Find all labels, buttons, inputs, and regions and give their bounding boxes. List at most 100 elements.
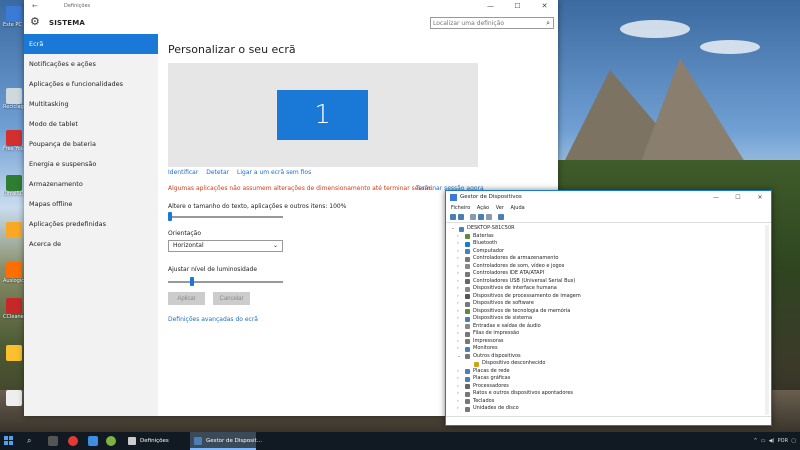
tree-child-node[interactable]: Dispositivo desconhecido [448, 360, 766, 368]
advanced-display-link[interactable]: Definições avançadas do ecrã [168, 316, 258, 323]
desktop-icon[interactable]: Free YouTube Downl... [3, 130, 57, 152]
chevron-right-icon[interactable]: › [457, 375, 462, 383]
chevron-right-icon[interactable]: › [457, 278, 462, 286]
chevron-right-icon[interactable]: › [457, 240, 462, 248]
tree-node[interactable]: › Dispositivos de tecnologia de memória [448, 308, 766, 316]
tree-node[interactable]: › Dispositivos de interface humana [448, 285, 766, 293]
tree-node[interactable]: › Dispositivos de software [448, 300, 766, 308]
search-icon[interactable]: ⌕ [546, 18, 550, 28]
scan-icon[interactable] [486, 214, 492, 220]
tree-node[interactable]: › Dispositivos de processamento de imagem [448, 293, 766, 301]
search-box[interactable]: ⌕ [430, 17, 554, 29]
tree-node[interactable]: › Placas de rede [448, 368, 766, 376]
language-indicator[interactable]: POR [778, 438, 788, 444]
sidebar-item-predefinidas[interactable]: Aplicações predefinidas [24, 214, 158, 234]
apply-button[interactable]: Aplicar [168, 292, 205, 305]
desktop-icon[interactable] [3, 390, 25, 406]
sidebar-item-bateria[interactable]: Poupança de bateria [24, 134, 158, 154]
monitor-icon[interactable] [498, 214, 504, 220]
sidebar-item-aplicacoes[interactable]: Aplicações e funcionalidades [24, 74, 158, 94]
network-icon[interactable]: ▭ [761, 438, 766, 444]
tree-node[interactable]: › Ratos e outros dispositivos apontadores [448, 390, 766, 398]
chevron-right-icon[interactable]: › [457, 345, 462, 353]
chevron-right-icon[interactable]: › [457, 233, 462, 241]
scrollbar[interactable] [765, 225, 769, 415]
taskbar-gestor-dispositivos[interactable]: Gestor de Disposit... [190, 432, 262, 450]
task-view-icon[interactable] [48, 436, 58, 446]
chevron-right-icon[interactable]: › [457, 255, 462, 263]
sidebar-item-multitasking[interactable]: Multitasking [24, 94, 158, 114]
desktop-icon[interactable] [3, 222, 25, 238]
maximize-icon[interactable]: ☐ [504, 0, 531, 12]
chevron-down-icon[interactable]: ⌄ [457, 353, 462, 361]
wireless-display-link[interactable]: Ligar a um ecrã sem fios [237, 169, 311, 176]
chevron-right-icon[interactable]: › [457, 383, 462, 391]
chevron-right-icon[interactable]: › [457, 270, 462, 278]
tree-node[interactable]: › Monitores [448, 345, 766, 353]
chevron-right-icon[interactable]: › [457, 390, 462, 398]
chevron-right-icon[interactable]: › [457, 323, 462, 331]
windows-start-icon[interactable] [4, 436, 14, 446]
desktop-icon[interactable]: Reciclagem [3, 88, 32, 110]
desktop-icon[interactable]: UltraISO [3, 175, 25, 197]
brightness-slider-track[interactable] [168, 281, 283, 283]
close-icon[interactable]: ✕ [749, 191, 771, 204]
chevron-right-icon[interactable]: › [457, 368, 462, 376]
properties-icon[interactable] [470, 214, 476, 220]
sidebar-item-armazenamento[interactable]: Armazenamento [24, 174, 158, 194]
tree-node[interactable]: › Bluetooth [448, 240, 766, 248]
orientation-select[interactable]: Horizontal ⌄ [168, 240, 283, 252]
sidebar-item-energia[interactable]: Energia e suspensão [24, 154, 158, 174]
sidebar-item-ecra[interactable]: Ecrã [24, 34, 158, 54]
maximize-icon[interactable]: ☐ [727, 191, 749, 204]
chevron-right-icon[interactable]: › [457, 308, 462, 316]
monitor-tile[interactable]: 1 [277, 90, 368, 140]
tree-node[interactable]: › Entradas e saídas de áudio [448, 323, 766, 331]
scale-slider-track[interactable] [168, 216, 283, 218]
sidebar-item-mapas[interactable]: Mapas offline [24, 194, 158, 214]
tree-node[interactable]: › Filas de impressão [448, 330, 766, 338]
notifications-icon[interactable]: ▢ [791, 438, 796, 444]
chevron-right-icon[interactable]: › [457, 315, 462, 323]
tree-node[interactable]: ⌄ Outros dispositivos [448, 353, 766, 361]
tree-node[interactable]: › Controladores USB (Universal Serial Bus… [448, 278, 766, 286]
back-icon[interactable] [450, 214, 456, 220]
app-icon[interactable] [106, 436, 116, 446]
chevron-right-icon[interactable]: › [457, 398, 462, 406]
chevron-right-icon[interactable]: › [457, 300, 462, 308]
desktop-icon[interactable]: Este PC [3, 6, 25, 28]
tree-node[interactable]: › Computador [448, 248, 766, 256]
identify-link[interactable]: Identificar [168, 169, 198, 176]
volume-icon[interactable]: ◀) [769, 438, 775, 444]
sidebar-item-acerca[interactable]: Acerca de [24, 234, 158, 254]
tree-node[interactable]: › Controladores de som, vídeo e jogos [448, 263, 766, 271]
chevron-right-icon[interactable]: › [457, 338, 462, 346]
chevron-right-icon[interactable]: › [457, 405, 462, 413]
tree-node[interactable]: › Controladores de armazenamento [448, 255, 766, 263]
system-tray[interactable]: ^ ▭ ◀) POR ▢ [753, 432, 796, 450]
search-icon[interactable]: ⌕ [27, 436, 31, 446]
chevron-right-icon[interactable]: › [457, 248, 462, 256]
scale-slider-thumb[interactable] [168, 212, 172, 221]
tree-node[interactable]: › Teclados [448, 398, 766, 406]
close-icon[interactable]: ✕ [531, 0, 558, 12]
chevron-right-icon[interactable]: › [457, 285, 462, 293]
chevron-right-icon[interactable]: › [457, 263, 462, 271]
desktop-icon[interactable]: Auslogics DiskDef... [3, 262, 52, 284]
desktop-icon[interactable]: CCleaner [3, 298, 26, 320]
menu-ajuda[interactable]: Ajuda [510, 204, 524, 213]
back-arrow-icon[interactable]: ← [32, 2, 38, 10]
chevron-right-icon[interactable]: › [457, 293, 462, 301]
sidebar-item-notificacoes[interactable]: Notificações e ações [24, 54, 158, 74]
tree-node[interactable]: › Placas gráficas [448, 375, 766, 383]
forward-icon[interactable] [458, 214, 464, 220]
menu-ficheiro[interactable]: Ficheiro [451, 204, 470, 213]
tree-node[interactable]: › Unidades de disco [448, 405, 766, 413]
tree-node[interactable]: › Baterias [448, 233, 766, 241]
tree-node[interactable]: › Impressoras [448, 338, 766, 346]
menu-acao[interactable]: Ação [477, 204, 489, 213]
menu-ver[interactable]: Ver [496, 204, 504, 213]
minimize-icon[interactable]: — [705, 191, 727, 204]
search-input[interactable] [433, 18, 537, 28]
tree-node[interactable]: › Dispositivos de sistema [448, 315, 766, 323]
